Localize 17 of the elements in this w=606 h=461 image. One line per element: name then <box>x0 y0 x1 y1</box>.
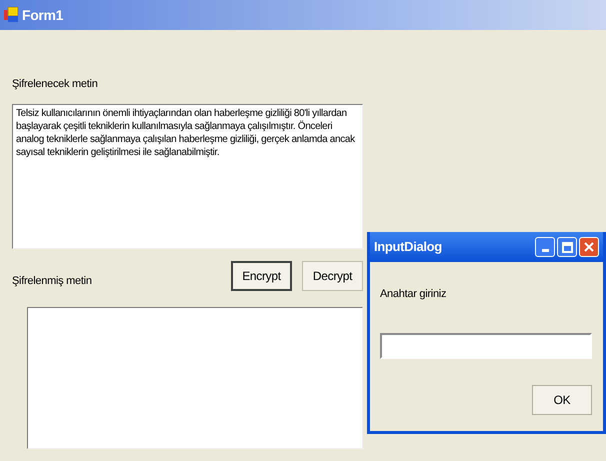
minimize-button[interactable] <box>535 237 555 257</box>
window-icon <box>4 7 18 23</box>
maximize-button[interactable] <box>557 237 577 257</box>
prompt-label: Anahtar giriniz <box>380 287 448 302</box>
close-icon <box>584 242 594 252</box>
minimize-icon <box>542 249 548 252</box>
text-area[interactable]: Telsiz kullanıcılarının önemli ihtiyaçlarından olan haberleşme gizliliği 80'li yıllardan başlayarak çeşitli tekniklerin kullanılmasıyla sağlanmaya çalışılmıştır. Önceleri analog tekniklerle sağlanmaya çalışılan haberleşme gizliliği, gerçek anlamda ancak sayısal tekniklerin geliştirilmesi ile sağlanabilmiştir. <box>12 104 363 249</box>
field-label: Şifrelenecek metin <box>12 77 99 92</box>
key-input-field[interactable] <box>380 332 592 358</box>
window-title: Form1 <box>22 6 64 24</box>
field-label: Şifrelenmiş metin <box>12 274 92 289</box>
action-button[interactable]: Decrypt <box>302 261 363 291</box>
maximize-icon <box>562 242 572 252</box>
ok-button[interactable]: OK <box>532 384 592 414</box>
action-button[interactable]: Encrypt <box>231 261 292 291</box>
close-button[interactable] <box>579 237 599 257</box>
dialog-title: InputDialog <box>374 238 442 256</box>
